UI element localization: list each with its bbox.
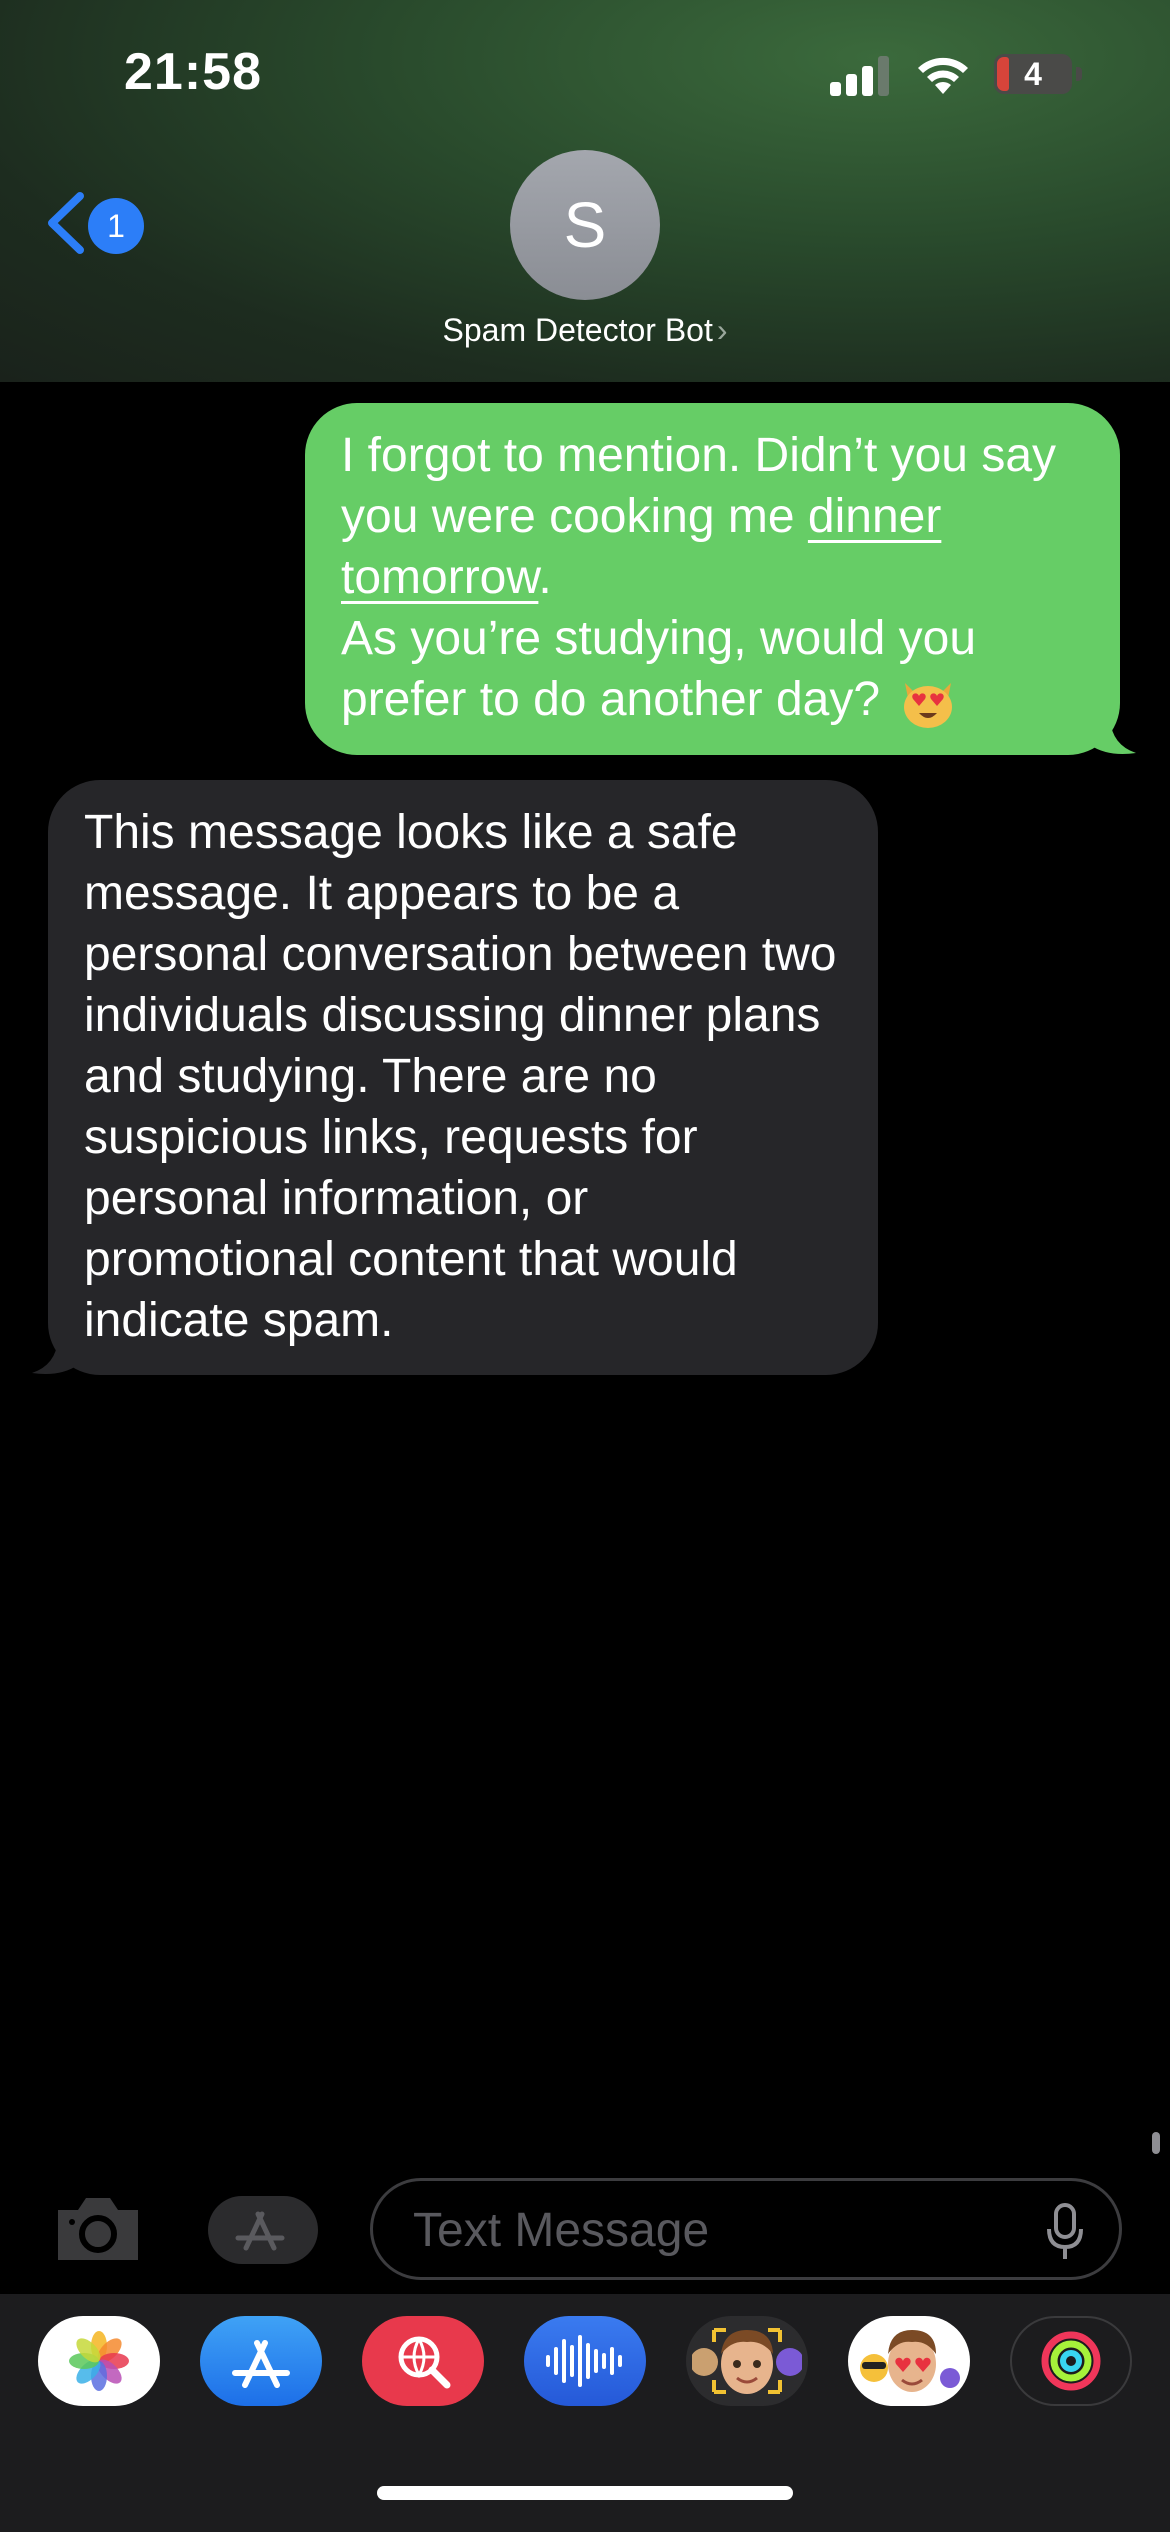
image-search-app-button[interactable] bbox=[362, 2316, 484, 2406]
cellular-signal-icon bbox=[830, 52, 890, 96]
audio-message-app-button[interactable] bbox=[524, 2316, 646, 2406]
message-input-placeholder: Text Message bbox=[413, 2204, 710, 2257]
activity-app-button[interactable] bbox=[1010, 2316, 1132, 2406]
contact-name-button[interactable]: Spam Detector Bot › bbox=[0, 312, 1170, 349]
memoji-app-button[interactable] bbox=[686, 2316, 808, 2406]
memoji-stickers-app-button[interactable] bbox=[848, 2316, 970, 2406]
contact-avatar[interactable]: S bbox=[510, 150, 660, 300]
heart-eyes-cat-emoji-icon bbox=[904, 683, 953, 729]
battery-icon: 4 bbox=[994, 54, 1072, 94]
waveform-icon bbox=[546, 2335, 622, 2387]
message-text-line2: As you’re studying, would you prefer to … bbox=[341, 612, 977, 726]
unread-count-badge: 1 bbox=[88, 198, 144, 254]
bubble-tail bbox=[1090, 719, 1136, 755]
photos-icon bbox=[69, 2331, 129, 2391]
status-time: 21:58 bbox=[124, 43, 262, 101]
apps-button[interactable] bbox=[208, 2196, 318, 2264]
back-button[interactable]: 1 bbox=[44, 184, 154, 260]
contact-name: Spam Detector Bot bbox=[442, 312, 713, 348]
message-text: This message looks like a safe message. … bbox=[84, 806, 837, 1347]
activity-rings-icon bbox=[1041, 2331, 1101, 2391]
battery-nub bbox=[1076, 67, 1082, 81]
memoji-icon bbox=[692, 2328, 802, 2394]
photos-app-button[interactable] bbox=[38, 2316, 160, 2406]
globe-search-icon bbox=[398, 2336, 451, 2389]
bubble-tail bbox=[32, 1339, 78, 1374]
camera-icon[interactable] bbox=[52, 2192, 144, 2266]
message-text-end: . bbox=[538, 551, 552, 604]
wifi-icon bbox=[918, 57, 968, 94]
message-text: I forgot to mention. Didn’t you say you … bbox=[341, 429, 1057, 543]
chevron-right-icon: › bbox=[716, 312, 728, 348]
chevron-left-icon bbox=[48, 192, 84, 254]
battery-level: 4 bbox=[1024, 55, 1042, 92]
app-store-icon bbox=[235, 2211, 285, 2251]
scroll-indicator[interactable] bbox=[1152, 2132, 1160, 2154]
memoji-stickers-icon bbox=[860, 2330, 960, 2392]
incoming-message-bubble[interactable]: This message looks like a safe message. … bbox=[32, 780, 878, 1375]
status-indicators: 4 bbox=[830, 52, 1090, 102]
app-store-icon bbox=[232, 2340, 290, 2388]
microphone-icon[interactable] bbox=[1045, 2203, 1085, 2261]
home-indicator[interactable] bbox=[377, 2486, 793, 2500]
app-store-app-button[interactable] bbox=[200, 2316, 322, 2406]
conversation-header: 21:58 4 1 S Spam Detector Bot › bbox=[0, 0, 1170, 382]
message-input[interactable]: Text Message bbox=[370, 2178, 1122, 2280]
outgoing-message-bubble[interactable]: I forgot to mention. Didn’t you say you … bbox=[305, 403, 1136, 756]
